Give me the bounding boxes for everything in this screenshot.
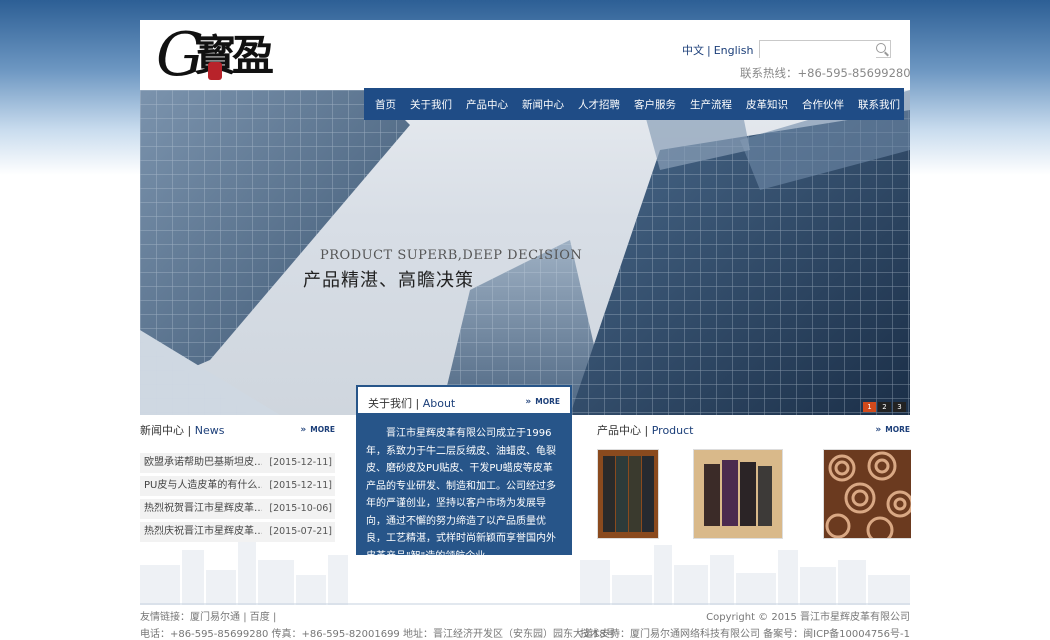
news-item-title[interactable]: 热烈庆祝晋江市星辉皮革… <box>144 522 262 542</box>
nav-process[interactable]: 生产流程 <box>683 97 739 112</box>
product-title-cn: 产品中心 <box>597 424 641 437</box>
nav-service[interactable]: 客户服务 <box>627 97 683 112</box>
copyright: Copyright © 2015 晋江市星辉皮革有限公司 <box>706 612 910 623</box>
tech-support: 技术支持：厦门易尔通网络科技有限公司 备案号：闽ICP备10004756号-1 <box>579 629 910 640</box>
hotline: 联系热线：+86-595-85699280 <box>740 66 911 80</box>
about-section: 关于我们 | About MORE 晋江市星辉皮革有限公司成立于1996年，系致… <box>356 385 572 562</box>
product-title-en: Product <box>651 424 694 437</box>
company-logo[interactable]: G 寳盈 <box>156 24 296 86</box>
hero-banner: PRODUCT SUPERB,DEEP DECISION 产品精湛、高瞻决策 1… <box>140 90 910 415</box>
news-item-title[interactable]: 热烈祝贺晋江市星辉皮革… <box>144 499 262 519</box>
friend-link[interactable]: 厦门易尔通 <box>190 612 240 623</box>
banner-pager: 1 2 3 <box>863 402 906 412</box>
product-title-sep: | <box>644 424 649 437</box>
main-nav: 首页 关于我们 产品中心 新闻中心 人才招聘 客户服务 生产流程 皮革知识 合作… <box>364 88 904 120</box>
news-item-date: [2015-12-11] <box>269 480 332 491</box>
nav-products[interactable]: 产品中心 <box>459 97 515 112</box>
search-icon[interactable] <box>876 43 886 53</box>
lang-separator: | <box>707 44 711 57</box>
page-container: G 寳盈 中文|English 联系热线：+86-595-85699280 <box>140 20 914 640</box>
about-heading: 关于我们 | About <box>368 395 455 411</box>
product-heading: 产品中心 | Product <box>597 422 910 438</box>
logo-seal-icon <box>208 62 222 80</box>
about-title-sep: | <box>415 397 420 410</box>
banner-dot-2[interactable]: 2 <box>878 402 891 412</box>
lang-en-link[interactable]: English <box>714 44 754 57</box>
about-title-en: About <box>422 397 456 410</box>
friend-links: 友情链接：厦门易尔通 | 百度 | <box>140 608 276 623</box>
nav-jobs[interactable]: 人才招聘 <box>571 97 627 112</box>
news-item[interactable]: 热烈庆祝晋江市星辉皮革… [2015-07-21] <box>140 522 335 542</box>
news-title-sep: | <box>187 424 192 437</box>
product-image-floral-leather[interactable] <box>823 449 914 544</box>
about-header: 关于我们 | About MORE <box>358 387 570 413</box>
about-more-link[interactable]: MORE <box>525 397 560 407</box>
about-title-cn: 关于我们 <box>368 397 412 410</box>
news-item-date: [2015-12-11] <box>269 457 332 468</box>
friend-link[interactable]: 百度 <box>250 612 270 623</box>
search-box <box>759 40 891 58</box>
news-more-link[interactable]: MORE <box>300 425 335 435</box>
contact-info: 电话：+86-595-85699280 传真：+86-595-82001699 … <box>140 629 616 640</box>
link-separator: | <box>272 612 277 623</box>
product-section: 产品中心 | Product MORE <box>597 422 914 544</box>
news-title-cn: 新闻中心 <box>140 424 184 437</box>
nav-knowledge[interactable]: 皮革知识 <box>739 97 795 112</box>
news-item[interactable]: PU皮与人造皮革的有什么… [2015-12-11] <box>140 476 335 496</box>
about-body: 晋江市星辉皮革有限公司成立于1996年，系致力于牛二层反绒皮、油蜡皮、龟裂皮、磨… <box>366 428 556 562</box>
nav-about[interactable]: 关于我们 <box>403 97 459 112</box>
product-more-link[interactable]: MORE <box>875 425 910 435</box>
nav-news[interactable]: 新闻中心 <box>515 97 571 112</box>
product-image-colored-leather[interactable] <box>693 449 783 539</box>
search-input[interactable] <box>760 41 876 58</box>
news-item-date: [2015-07-21] <box>269 526 332 537</box>
news-item-title[interactable]: 欧盟承诺帮助巴基斯坦皮… <box>144 453 262 473</box>
language-switch: 中文 | English <box>682 42 753 58</box>
slogan-english: PRODUCT SUPERB,DEEP DECISION <box>320 248 583 263</box>
news-list: 欧盟承诺帮助巴基斯坦皮… [2015-12-11] PU皮与人造皮革的有什么… [2… <box>140 453 335 542</box>
banner-dot-3[interactable]: 3 <box>893 402 906 412</box>
nav-home[interactable]: 首页 <box>368 97 403 112</box>
lang-cn-link[interactable]: 中文 <box>682 44 704 57</box>
news-item-title[interactable]: PU皮与人造皮革的有什么… <box>144 476 262 496</box>
news-item-date: [2015-10-06] <box>269 503 332 514</box>
logo-text: 寳盈 <box>194 31 274 80</box>
news-item[interactable]: 欧盟承诺帮助巴基斯坦皮… [2015-12-11] <box>140 453 335 473</box>
news-item[interactable]: 热烈祝贺晋江市星辉皮革… [2015-10-06] <box>140 499 335 519</box>
friend-links-label: 友情链接： <box>140 612 190 623</box>
news-section: 新闻中心 | News MORE 欧盟承诺帮助巴基斯坦皮… [2015-12-11… <box>140 422 335 545</box>
news-title-en: News <box>194 424 225 437</box>
link-separator: | <box>243 612 247 623</box>
product-image-dark-suede[interactable] <box>597 449 659 539</box>
slogan-chinese: 产品精湛、高瞻决策 <box>303 270 474 291</box>
banner-dot-1[interactable]: 1 <box>863 402 876 412</box>
nav-partners[interactable]: 合作伙伴 <box>795 97 851 112</box>
nav-contact[interactable]: 联系我们 <box>851 97 907 112</box>
